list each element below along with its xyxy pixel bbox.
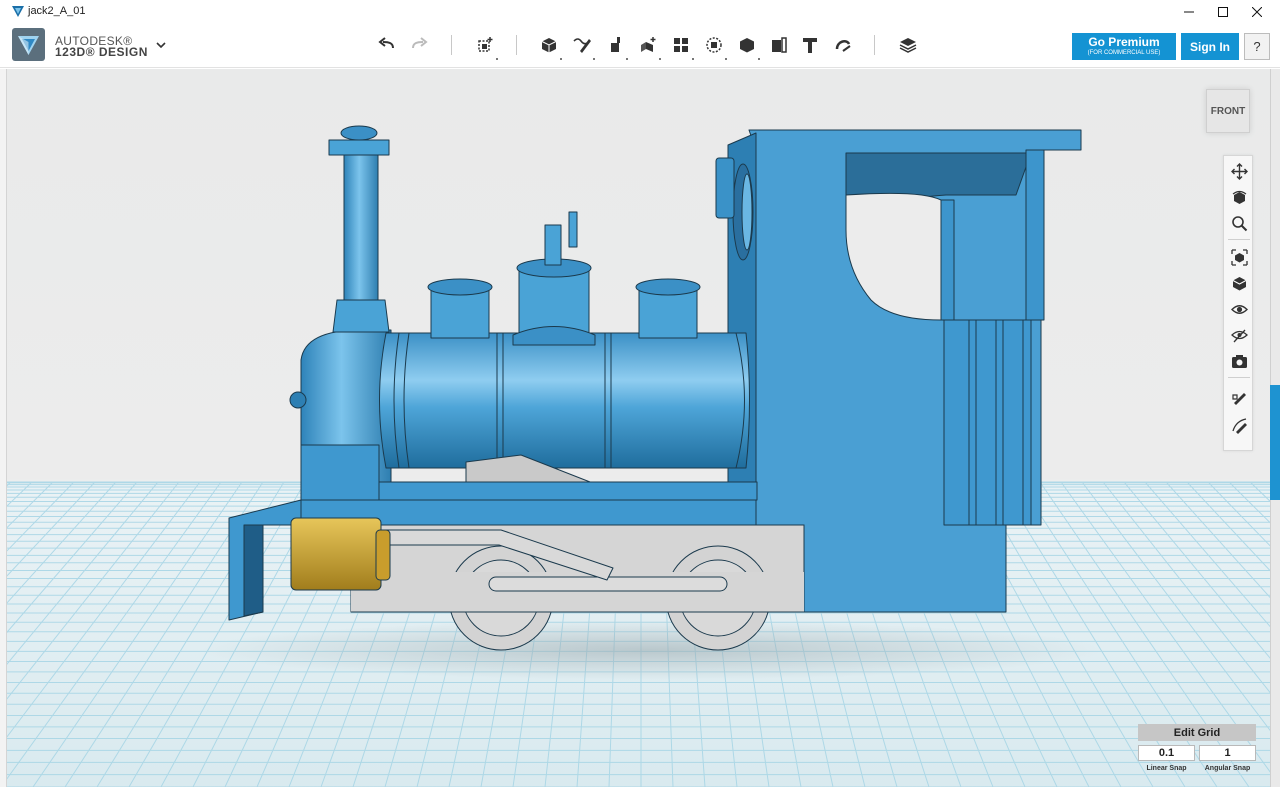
- orbit-icon: [1232, 190, 1246, 204]
- grouping-icon: [706, 37, 722, 53]
- 3d-viewport[interactable]: FRONT: [6, 69, 1270, 787]
- toolbar-separator: [451, 35, 452, 55]
- side-panel-tab[interactable]: [1270, 385, 1280, 500]
- visibility-icon: [1230, 304, 1248, 314]
- view-button[interactable]: [1228, 272, 1250, 294]
- undo-button[interactable]: [374, 33, 400, 57]
- redo-icon: [412, 37, 428, 49]
- visibility-button[interactable]: [1228, 298, 1250, 320]
- material-icon: [899, 38, 917, 53]
- linear-snap-label: Linear Snap: [1146, 765, 1187, 772]
- material-button[interactable]: [895, 33, 921, 57]
- app-logo-icon: [12, 6, 24, 17]
- go-premium-sublabel: (FOR COMMERCIAL USE): [1087, 50, 1161, 56]
- close-icon: [1252, 6, 1262, 17]
- modify-button[interactable]: [635, 33, 661, 60]
- go-premium-label: Go Premium: [1088, 35, 1160, 49]
- cab-lamp: [715, 157, 735, 219]
- measure-button[interactable]: [766, 33, 792, 57]
- screenshot-button[interactable]: [1228, 350, 1250, 372]
- view-cube[interactable]: FRONT: [1206, 89, 1250, 133]
- chevron-down-icon: [156, 42, 166, 48]
- toolbar-separator: [516, 35, 517, 55]
- sign-in-button[interactable]: Sign In: [1181, 33, 1239, 60]
- construct-icon: [611, 37, 620, 52]
- primitives-icon: [541, 38, 557, 53]
- transform-icon: [478, 37, 493, 52]
- close-button[interactable]: [1240, 0, 1274, 23]
- minimize-icon: [1184, 11, 1194, 12]
- text-icon: [803, 38, 817, 53]
- text-button[interactable]: [797, 33, 823, 57]
- app-window: jack2_A_01 AUTODESK® 123D® DESIGN Go Pre…: [0, 0, 1280, 788]
- cab-rear-pillar: [1025, 149, 1045, 321]
- front-buffer-beam: [228, 499, 302, 621]
- edit-grid-button[interactable]: Edit Grid: [1138, 724, 1256, 741]
- snap-icon: [835, 40, 851, 52]
- measure-icon: [772, 37, 787, 53]
- view-icon: [1232, 276, 1246, 290]
- combine-icon: [740, 38, 754, 53]
- grouping-button[interactable]: [701, 33, 727, 60]
- main-menu-button[interactable]: [152, 36, 170, 54]
- zoom-icon: [1231, 215, 1247, 231]
- primitives-button[interactable]: [536, 33, 562, 60]
- minimize-button[interactable]: [1172, 0, 1206, 23]
- undo-icon: [378, 37, 394, 49]
- snap-button[interactable]: [830, 33, 856, 57]
- zoom-button[interactable]: [1228, 212, 1250, 234]
- edit-mode-button[interactable]: [1228, 414, 1250, 436]
- toolbar-separator: [874, 35, 875, 55]
- pattern-icon: [674, 38, 688, 52]
- fit-button[interactable]: [1228, 246, 1250, 268]
- cab-panel: [943, 319, 1032, 526]
- main-toolbar: AUTODESK® 123D® DESIGN Go Premium (FOR C…: [0, 23, 1280, 68]
- safety-valve: [544, 224, 562, 266]
- title-bar: jack2_A_01: [0, 0, 1280, 23]
- sand-dome: [430, 289, 490, 339]
- go-premium-button[interactable]: Go Premium (FOR COMMERCIAL USE): [1072, 33, 1176, 60]
- running-board: [378, 481, 758, 501]
- construct-button[interactable]: [602, 33, 628, 60]
- navbar-separator: [1228, 377, 1250, 378]
- angular-snap-field[interactable]: 1: [1199, 745, 1256, 761]
- train-model[interactable]: [7, 69, 1270, 787]
- cab-pillar: [940, 199, 955, 321]
- help-button[interactable]: ?: [1244, 33, 1270, 60]
- pan-button[interactable]: [1228, 160, 1250, 182]
- modify-icon: [641, 37, 656, 52]
- brand-product: 123D® DESIGN: [55, 45, 148, 59]
- 123d-logo-icon[interactable]: [12, 28, 45, 61]
- materials-outlines-icon: [1230, 329, 1248, 342]
- redo-button[interactable]: [406, 33, 432, 57]
- edit-icon: [1231, 392, 1246, 405]
- window-title: jack2_A_01: [28, 5, 86, 17]
- linear-snap-field[interactable]: 0.1: [1138, 745, 1195, 761]
- fit-icon: [1230, 248, 1248, 266]
- chimney-cap: [340, 125, 378, 141]
- sketch-button[interactable]: [569, 33, 595, 60]
- boiler: [379, 332, 750, 469]
- screenshot-icon: [1231, 354, 1247, 368]
- maximize-icon: [1218, 6, 1228, 17]
- transform-button[interactable]: [472, 33, 498, 60]
- brass-cylinder: [290, 517, 382, 591]
- model-shadow: [201, 620, 1101, 680]
- navbar-separator: [1228, 239, 1250, 240]
- maximize-button[interactable]: [1206, 0, 1240, 23]
- edit-mode-icon: [1231, 417, 1247, 434]
- pan-icon: [1230, 162, 1248, 180]
- smokebox-door-handle: [289, 391, 307, 409]
- angular-snap-label: Angular Snap: [1204, 765, 1251, 772]
- navigation-bar: [1223, 155, 1253, 451]
- pattern-button[interactable]: [668, 33, 694, 60]
- rear-dome: [638, 289, 698, 339]
- sketch-icon: [573, 38, 591, 53]
- combine-button[interactable]: [734, 33, 760, 60]
- orbit-button[interactable]: [1228, 186, 1250, 208]
- materials-outlines-button[interactable]: [1228, 324, 1250, 346]
- edit-button[interactable]: [1228, 386, 1250, 408]
